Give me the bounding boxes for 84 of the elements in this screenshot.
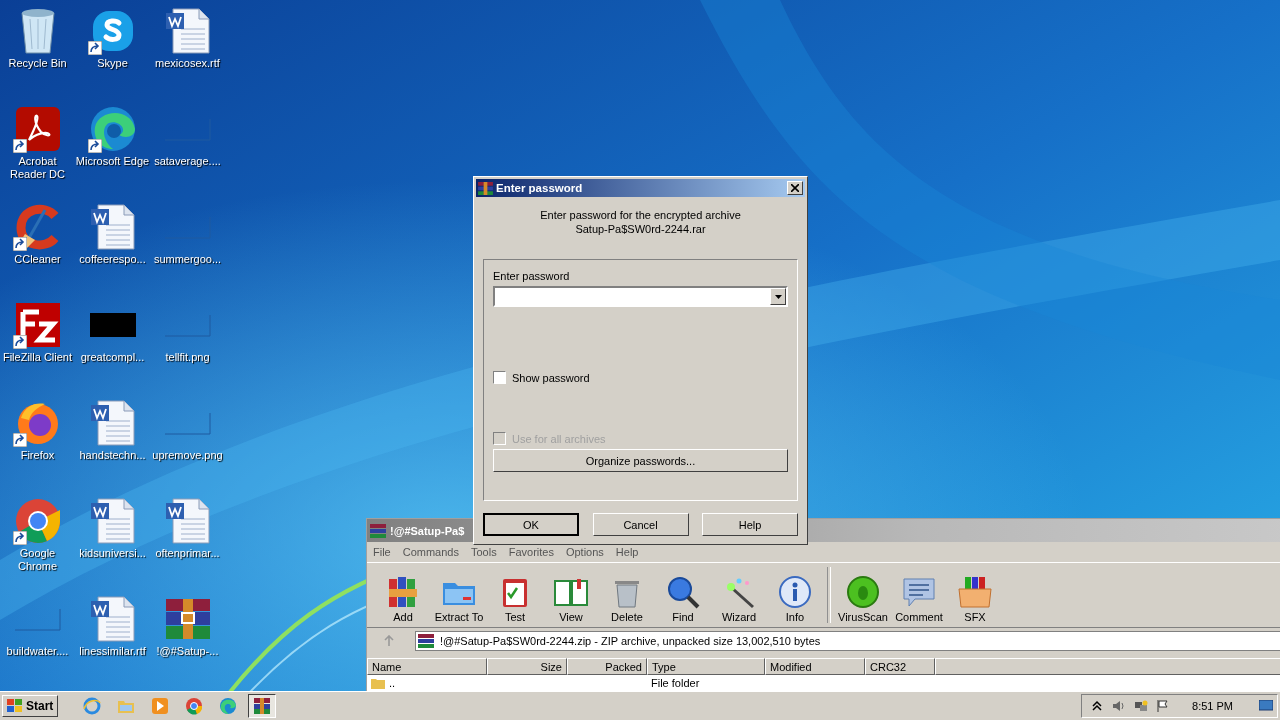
window-title: !@#Satup-Pa$ [390,524,465,537]
column-header[interactable]: Packed [567,658,647,675]
close-button[interactable] [787,181,803,195]
archive-icon [370,523,386,538]
dialog-button[interactable]: Help [702,513,798,536]
table-cell: .. [367,677,487,689]
caret-icon [774,294,782,299]
address-field[interactable]: !@#Satup-Pa$SW0rd-2244.zip - ZIP archive, unpacked size 13,002,510 bytes [415,631,1280,651]
dialog-button[interactable]: Cancel [592,513,689,536]
menu-item[interactable]: File [373,546,391,558]
archive-icon [418,634,434,648]
flag-icon[interactable] [1156,699,1171,713]
network-icon[interactable] [1134,699,1149,713]
search-icon [665,575,701,609]
toolbar-button[interactable]: Delete [599,575,655,623]
box-icon [957,575,993,609]
desktop-icon-label[interactable]: Acrobat Reader DC [0,155,75,181]
desktop-icon-label[interactable]: buildwater.... [0,645,75,658]
message-text: Satup-Pa$SW0rd-2244.rar [575,223,706,235]
app-icon [13,497,62,545]
toolbar-button[interactable]: Info [767,575,823,623]
desktop-icon-label[interactable]: coffeerespo... [75,253,150,266]
menu-item[interactable]: Help [615,546,639,558]
clock: 8:51 PM [1192,700,1233,712]
column-header[interactable]: Type [647,658,765,675]
speaker-icon[interactable] [1112,699,1127,713]
play-icon [151,697,170,715]
toolbar-button[interactable]: Extract To [431,575,487,623]
toolbar-button[interactable]: VirusScan [835,575,891,623]
app-icon [14,204,61,250]
column-header[interactable]: Size [487,658,567,675]
taskbar-button[interactable] [248,694,277,718]
desktop-icon-label[interactable]: upremove.png [150,449,225,462]
desktop-icon-label[interactable]: Recycle Bin [0,57,75,70]
folder-icon [371,677,385,689]
menu-item[interactable]: Commands [402,546,459,558]
speech-bubble-icon [901,575,937,609]
start-button[interactable]: Start [2,695,59,717]
toolbar-button[interactable]: Test [487,575,543,623]
desktop-icon-label[interactable]: Microsoft Edge [75,155,150,168]
browser-icon [83,697,102,715]
menu-item[interactable]: Favorites [508,546,554,558]
checkbox[interactable]: Show password [493,371,788,384]
desktop-icon-label[interactable]: FileZilla Client [0,351,75,364]
desktop-icon-label[interactable]: greatcompl... [75,351,150,364]
archive-icon [478,181,493,195]
table-cell-text: File folder [650,677,701,689]
menu-item[interactable]: Options [565,546,604,558]
dropdown-button[interactable] [770,288,786,305]
desktop-icon-label[interactable]: tellfit.png [150,351,225,364]
desktop-icon-label[interactable]: handstechn... [75,449,150,462]
column-header[interactable]: Name [367,658,487,675]
menu-item[interactable]: Tools [471,546,497,558]
organize-passwords-button[interactable]: Organize passwords... [493,449,788,472]
password-field[interactable] [493,286,788,307]
toolbar-button[interactable]: View [543,575,599,623]
close-icon [791,184,799,192]
address-text: !@#Satup-Pa$SW0rd-2244.zip - ZIP archive, unpacked size 13,002,510 bytes [440,635,821,647]
show-desktop-icon[interactable] [1259,700,1273,712]
desktop-icon-label[interactable]: Skype [75,57,150,70]
desktop-icon-label[interactable]: linessimilar.rtf [75,645,150,658]
message-text: Enter password for the encrypted archive [540,209,741,221]
field-label: Enter password [493,270,571,282]
toolbar-button[interactable]: Add [375,575,431,623]
browser-icon [219,697,238,715]
browser-icon [185,697,204,715]
column-header[interactable]: Modified [765,658,865,675]
app-icon [88,105,137,153]
dialog-title: Enter password [496,182,584,194]
desktop-icon-label[interactable]: summergoo... [150,253,225,266]
desktop-icon-label[interactable]: mexicosex.rtf [150,57,225,70]
windows-logo-icon [7,699,23,713]
desktop-icon-label[interactable]: sataverage.... [150,155,225,168]
column-header[interactable]: CRC32 [865,658,935,675]
archive-icon [253,697,272,715]
desktop-icon-label[interactable]: Firefox [0,449,75,462]
desktop-icon-label[interactable]: CCleaner [0,253,75,266]
toolbar-button[interactable]: Comment [891,575,947,623]
toolbar-button[interactable]: Find [655,575,711,623]
info-icon [777,575,813,609]
toolbar-button[interactable]: SFX [947,575,1003,623]
toolbar-button[interactable]: Wizard [711,575,767,623]
dialog-button[interactable]: OK [483,513,579,536]
bug-icon [845,575,881,609]
